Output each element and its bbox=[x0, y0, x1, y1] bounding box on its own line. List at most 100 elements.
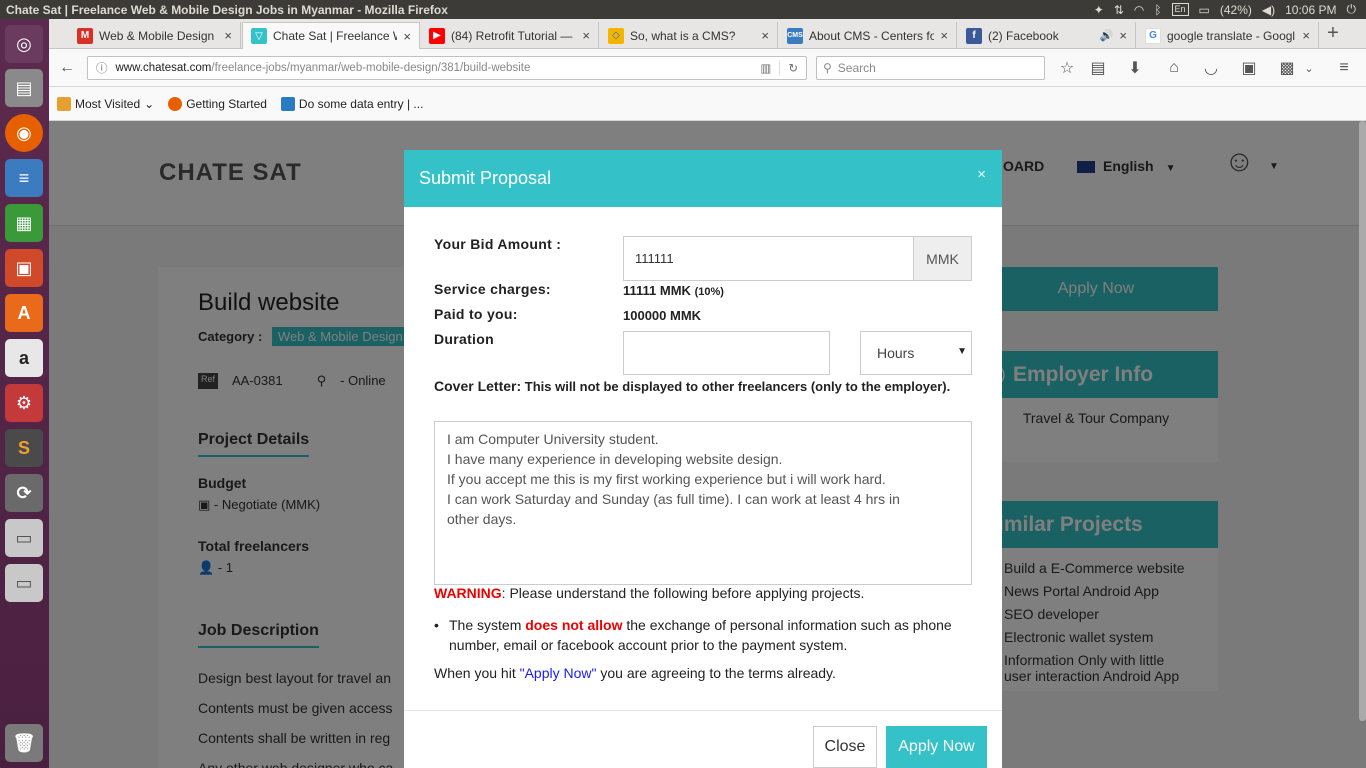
reader-view-icon[interactable]: ▥ bbox=[752, 61, 779, 75]
firefox-icon[interactable]: ◉ bbox=[5, 114, 43, 152]
cover-letter-line: If you accept me this is my first workin… bbox=[447, 471, 886, 487]
bookmark-label: Do some data entry | ... bbox=[298, 96, 424, 111]
tab-close-icon[interactable]: × bbox=[940, 28, 948, 43]
writer-icon[interactable]: ≡ bbox=[5, 159, 43, 197]
ubuntu-dash-icon[interactable]: ◎ bbox=[5, 25, 43, 63]
search-icon: ⚲ bbox=[823, 61, 832, 75]
paid-to-you-value: 100000 MMK bbox=[623, 308, 702, 323]
cover-letter-line: other days. bbox=[447, 511, 517, 527]
service-charges-value: 11111 MMK (10%) bbox=[623, 283, 724, 298]
chevron-down-icon[interactable]: ⌄ bbox=[1299, 58, 1319, 78]
impress-icon[interactable]: ▣ bbox=[5, 249, 43, 287]
battery-percent: (42%) bbox=[1219, 2, 1252, 17]
bid-amount-input[interactable]: 111111 bbox=[623, 236, 914, 281]
duration-input[interactable] bbox=[623, 331, 830, 375]
download-icon[interactable]: ⬇ bbox=[1125, 58, 1145, 78]
new-tab-icon[interactable]: + bbox=[1323, 22, 1343, 44]
tab-label: google translate - Googl bbox=[1167, 28, 1296, 43]
power-icon[interactable]: ⏻ bbox=[1347, 2, 1357, 17]
bluetooth-icon[interactable]: ᛒ bbox=[1154, 3, 1161, 17]
tab-close-icon[interactable]: × bbox=[224, 28, 232, 43]
extension-icon[interactable]: ▩ bbox=[1277, 58, 1297, 78]
cover-letter-line: I can work Saturday and Sunday (as full … bbox=[447, 491, 900, 507]
search-input[interactable]: ⚲ Search bbox=[816, 56, 1045, 80]
updater-icon[interactable]: ⟳ bbox=[5, 474, 43, 512]
sublime-text-icon[interactable]: S bbox=[5, 429, 43, 467]
apply-now-button[interactable]: Apply Now bbox=[886, 726, 987, 768]
tab-youtube[interactable]: ▶ (84) Retrofit Tutorial — × bbox=[421, 22, 599, 49]
bookmark-getting-started[interactable]: Getting Started bbox=[168, 96, 267, 111]
tab-close-icon[interactable]: × bbox=[761, 28, 769, 43]
amazon-icon[interactable]: a bbox=[5, 339, 43, 377]
modal-footer-divider bbox=[404, 710, 1002, 711]
bookmark-most-visited[interactable]: Most Visited ⌄ bbox=[57, 96, 155, 111]
drive-icon[interactable]: ▭ bbox=[5, 519, 43, 557]
volume-icon[interactable]: ◀) bbox=[1262, 3, 1275, 17]
bookmark-data-entry[interactable]: Do some data entry | ... bbox=[280, 96, 424, 111]
tab-google[interactable]: G google translate - Googl × bbox=[1137, 22, 1319, 49]
cover-letter-line: I have many experience in developing web… bbox=[447, 451, 783, 467]
back-icon[interactable]: ← bbox=[57, 58, 77, 78]
tab-label: About CMS - Centers for bbox=[809, 28, 935, 43]
tab-close-icon[interactable]: × bbox=[582, 28, 590, 43]
tab-close-icon[interactable]: × bbox=[403, 29, 411, 44]
trash-icon[interactable]: 🗑 bbox=[5, 724, 43, 762]
tab-chatesat[interactable]: ▽ Chate Sat | Freelance W × bbox=[242, 22, 420, 49]
menu-icon[interactable]: ≡ bbox=[1334, 58, 1354, 78]
tab-facebook[interactable]: f (2) Facebook 🔊 × bbox=[958, 22, 1136, 49]
upwork-icon bbox=[280, 96, 295, 111]
duration-label: Duration bbox=[434, 331, 494, 347]
cover-letter-textarea[interactable]: I am Computer University student. I have… bbox=[434, 421, 972, 585]
system-settings-icon[interactable]: ⚙ bbox=[5, 384, 43, 422]
speaker-icon[interactable]: 🔊 bbox=[1100, 29, 1114, 42]
reload-icon[interactable]: ↻ bbox=[779, 61, 806, 75]
tab-close-icon[interactable]: × bbox=[1119, 28, 1127, 43]
home-icon[interactable]: ⌂ bbox=[1164, 58, 1184, 78]
facebook-icon: f bbox=[966, 27, 982, 44]
screenshot-icon[interactable]: ▣ bbox=[1239, 58, 1259, 78]
tab-close-icon[interactable]: × bbox=[1302, 28, 1310, 43]
chatesat-icon: ▽ bbox=[251, 28, 267, 44]
url-bar[interactable]: ⓘ www.chatesat.com /freelance-jobs/myanm… bbox=[87, 56, 807, 80]
battery-icon[interactable]: ▭ bbox=[1199, 3, 1210, 17]
url-host: www.chatesat.com bbox=[115, 62, 212, 74]
software-center-icon[interactable]: A bbox=[5, 294, 43, 332]
wifi-icon[interactable]: ◠ bbox=[1134, 3, 1144, 17]
unity-launcher: ◎ ▤ ◉ ≡ ▦ ▣ A a ⚙ S ⟳ ▭ ▭ 🗑 bbox=[0, 19, 49, 768]
cover-letter-label: Cover Letter: This will not be displayed… bbox=[434, 378, 951, 394]
diamond-icon: ◇ bbox=[608, 27, 624, 44]
duration-unit-value: Hours bbox=[877, 345, 915, 361]
cms-icon: CMS bbox=[787, 27, 803, 44]
chevron-down-icon: ⌄ bbox=[144, 96, 155, 111]
close-icon[interactable]: × bbox=[977, 166, 986, 183]
tab-gmail[interactable]: M Web & Mobile Design Pr × bbox=[69, 22, 241, 49]
cover-letter-line: I am Computer University student. bbox=[447, 431, 659, 447]
close-button[interactable]: Close bbox=[813, 726, 877, 768]
tab-label: (2) Facebook bbox=[988, 28, 1059, 43]
search-placeholder: Search bbox=[837, 61, 876, 75]
caret-down-icon: ▼ bbox=[957, 346, 967, 357]
tab-label: (84) Retrofit Tutorial — bbox=[451, 28, 573, 43]
tab-cms-gov[interactable]: CMS About CMS - Centers for × bbox=[779, 22, 957, 49]
drive-icon-2[interactable]: ▭ bbox=[5, 564, 43, 602]
duration-unit-select[interactable]: Hours ▼ bbox=[860, 331, 972, 375]
bid-amount-label: Your Bid Amount : bbox=[434, 236, 562, 252]
info-icon[interactable]: ⓘ bbox=[88, 60, 116, 76]
system-top-bar: Chate Sat | Freelance Web & Mobile Desig… bbox=[0, 0, 1366, 19]
tab-label: Web & Mobile Design Pr bbox=[99, 28, 219, 43]
keyboard-layout-indicator[interactable]: En bbox=[1171, 3, 1189, 16]
clock[interactable]: 10:06 PM bbox=[1285, 3, 1336, 17]
tab-label: Chate Sat | Freelance W bbox=[273, 29, 398, 43]
tab-cms-article[interactable]: ◇ So, what is a CMS? × bbox=[600, 22, 778, 49]
gmail-icon: M bbox=[77, 27, 93, 44]
dropbox-icon[interactable]: ✦ bbox=[1094, 3, 1104, 17]
page-scrollbar[interactable] bbox=[1359, 121, 1366, 721]
files-icon[interactable]: ▤ bbox=[5, 69, 43, 107]
reading-list-icon[interactable]: ▤ bbox=[1088, 58, 1108, 78]
bookmark-label: Getting Started bbox=[186, 96, 267, 111]
calc-icon[interactable]: ▦ bbox=[5, 204, 43, 242]
pocket-icon[interactable]: ◡ bbox=[1201, 58, 1221, 78]
network-activity-icon[interactable]: ⇅ bbox=[1114, 3, 1124, 17]
bookmark-star-icon[interactable]: ☆ bbox=[1057, 58, 1077, 78]
navigation-toolbar: ← ⓘ www.chatesat.com /freelance-jobs/mya… bbox=[49, 49, 1366, 87]
